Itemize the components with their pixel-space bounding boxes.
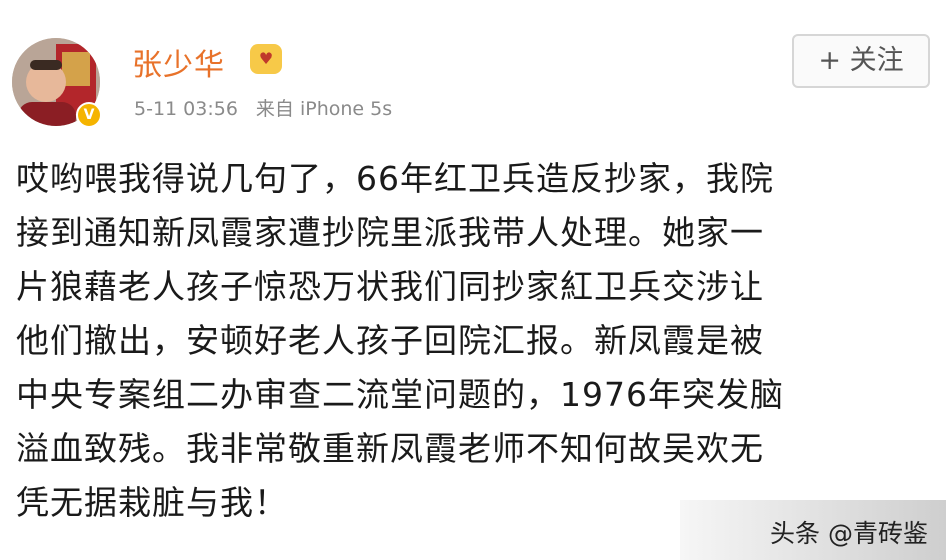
- vip-level-icon: ♥: [250, 44, 282, 74]
- weibo-post: V 张少华 ♥ 5-11 03:56 来自 iPhone 5s + 关注 哎哟喂我…: [0, 0, 946, 560]
- follow-button[interactable]: + 关注: [792, 34, 930, 88]
- watermark: 头条 @青砖鉴: [680, 500, 946, 560]
- username[interactable]: 张少华: [132, 40, 225, 84]
- post-timestamp[interactable]: 5-11 03:56: [134, 98, 238, 120]
- verified-v-icon: V: [76, 102, 102, 128]
- post-body-text: 哎哟喂我得说几句了，66年红卫兵造反抄家，我院 接到通知新凤霞家遭抄院里派我带人…: [16, 159, 784, 522]
- watermark-text: 头条 @青砖鉴: [770, 519, 928, 548]
- post-meta: 5-11 03:56 来自 iPhone 5s: [134, 94, 392, 121]
- post-source: 来自 iPhone 5s: [255, 98, 393, 120]
